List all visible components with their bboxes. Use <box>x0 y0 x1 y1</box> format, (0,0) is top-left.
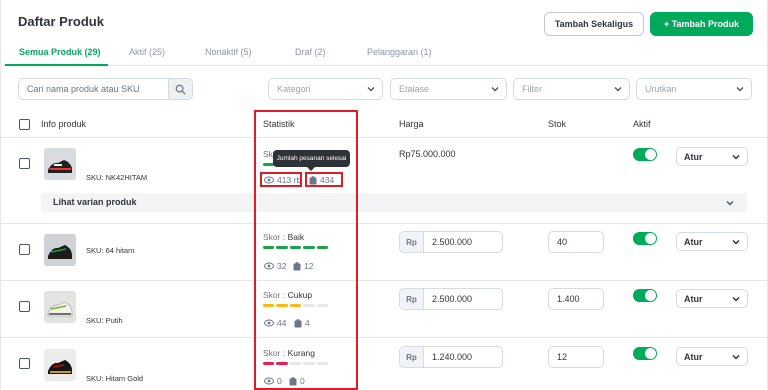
showcase-select[interactable]: Etalase <box>390 78 507 100</box>
row-checkbox[interactable] <box>19 244 30 255</box>
variant-toggle[interactable]: Lihat varian produk <box>41 193 747 212</box>
chevron-down-icon <box>367 87 375 92</box>
row-divider <box>1 223 768 224</box>
manage-dropdown[interactable]: Atur <box>676 147 748 166</box>
chevron-down-icon <box>732 154 740 160</box>
column-header-stok: Stok <box>548 119 567 129</box>
view-count-highlight <box>260 172 302 187</box>
product-thumbnail <box>44 148 76 180</box>
column-header-info: Info produk <box>41 119 87 129</box>
product-sku: SKU: 64 hitam <box>86 246 135 255</box>
tab-bar: Semua Produk (29) Aktif (25) Nonaktif (5… <box>1 44 768 66</box>
select-all-checkbox[interactable] <box>19 119 30 130</box>
page-title: Daftar Produk <box>18 14 104 29</box>
price-input[interactable]: Rp 2.500.000 <box>399 288 503 310</box>
category-select[interactable]: Kategori <box>268 78 383 100</box>
bulk-add-button[interactable]: Tambah Sekaligus <box>544 12 644 36</box>
currency-prefix: Rp <box>400 232 424 252</box>
row-checkbox[interactable] <box>19 358 30 369</box>
row-divider <box>1 280 768 281</box>
product-thumbnail <box>44 291 76 323</box>
manage-dropdown-label: Atur <box>684 151 703 162</box>
active-tab-indicator <box>5 64 108 66</box>
product-thumbnail <box>44 234 76 266</box>
column-header-aktif: Aktif <box>633 119 651 129</box>
product-sku: SKU: Putih <box>86 316 123 325</box>
sort-select[interactable]: Urutkan <box>636 78 752 100</box>
chevron-down-icon <box>614 87 622 92</box>
search-input[interactable]: Cari nama produk atau SKU <box>19 84 168 94</box>
price-value: 2.500.000 <box>432 294 473 304</box>
row-checkbox[interactable] <box>19 301 30 312</box>
product-sku: SKU: NK42HITAM <box>86 173 148 182</box>
active-toggle[interactable] <box>633 347 657 360</box>
table-header: Info produk Statistik Harga Stok Aktif <box>1 112 768 138</box>
search-field[interactable]: Cari nama produk atau SKU <box>18 78 193 100</box>
tab-active[interactable]: Aktif (25) <box>129 47 165 57</box>
stock-input[interactable]: 12 <box>548 346 604 368</box>
chevron-down-icon <box>726 201 734 206</box>
tab-all-products[interactable]: Semua Produk (29) <box>19 47 101 57</box>
chevron-down-icon <box>732 296 740 302</box>
showcase-select-label: Etalase <box>399 84 430 94</box>
product-thumbnail <box>44 349 76 381</box>
stock-input[interactable]: 1.400 <box>548 288 604 310</box>
active-toggle[interactable] <box>633 148 657 161</box>
chevron-down-icon <box>732 354 740 360</box>
price-value: 2.500.000 <box>432 237 473 247</box>
tab-violation[interactable]: Pelanggaran (1) <box>367 47 432 57</box>
active-toggle[interactable] <box>633 232 657 245</box>
chevron-down-icon <box>732 239 740 245</box>
manage-dropdown[interactable]: Atur <box>676 232 748 251</box>
add-product-button[interactable]: + Tambah Produk <box>650 12 753 36</box>
price-input[interactable]: Rp 1.240.000 <box>399 346 503 368</box>
stock-input[interactable]: 40 <box>548 231 604 253</box>
row-divider <box>1 337 768 338</box>
column-header-harga: Harga <box>399 119 424 129</box>
product-list-page: Daftar Produk Tambah Sekaligus + Tambah … <box>0 0 768 390</box>
manage-dropdown-label: Atur <box>684 293 703 304</box>
currency-prefix: Rp <box>400 347 424 367</box>
chevron-down-icon <box>491 87 499 92</box>
manage-dropdown-label: Atur <box>684 351 703 362</box>
sort-select-label: Urutkan <box>645 84 677 94</box>
tab-inactive[interactable]: Nonaktif (5) <box>205 47 252 57</box>
manage-dropdown[interactable]: Atur <box>676 289 748 308</box>
filter-select-label: Filter <box>522 84 542 94</box>
order-count-highlight <box>305 172 343 187</box>
filter-select[interactable]: Filter <box>513 78 630 100</box>
price-value: 1.240.000 <box>432 352 473 362</box>
row-checkbox[interactable] <box>19 158 30 169</box>
price-input[interactable]: Rp 2.500.000 <box>399 231 503 253</box>
product-sku: SKU: Hitam Gold <box>86 374 144 383</box>
search-icon <box>175 84 186 95</box>
search-button[interactable] <box>168 79 192 99</box>
manage-dropdown-label: Atur <box>684 236 703 247</box>
chevron-down-icon <box>736 87 744 92</box>
currency-prefix: Rp <box>400 289 424 309</box>
tab-draft[interactable]: Draf (2) <box>295 47 326 57</box>
manage-dropdown[interactable]: Atur <box>676 347 748 366</box>
active-toggle[interactable] <box>633 289 657 302</box>
variant-toggle-label: Lihat varian produk <box>53 197 137 207</box>
order-count-tooltip: Jumlah pesanan selesai <box>273 150 350 171</box>
category-select-label: Kategori <box>277 84 311 94</box>
price-range: Rp75.000.000 <box>399 149 456 159</box>
